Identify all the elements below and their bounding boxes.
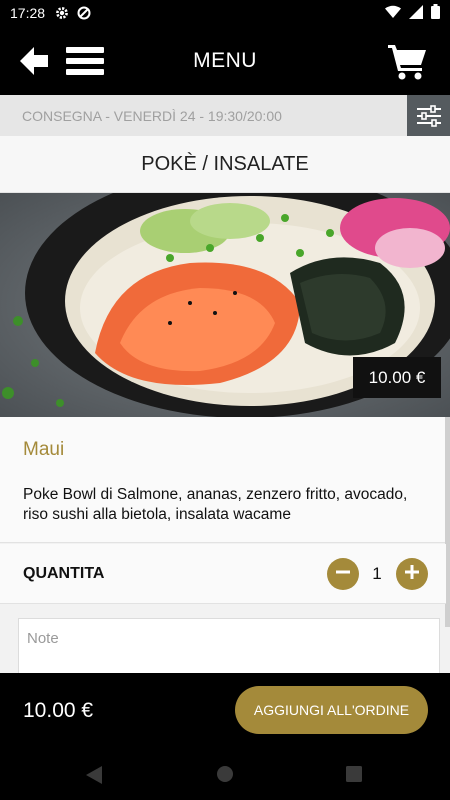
- system-nav-bar: [0, 749, 450, 800]
- minus-icon: [335, 564, 351, 585]
- nav-recents-icon[interactable]: [346, 766, 362, 787]
- order-bar: 10.00 € AGGIUNGI ALL'ORDINE: [0, 673, 450, 749]
- add-to-order-button[interactable]: AGGIUNGI ALL'ORDINE: [235, 686, 428, 734]
- cart-icon[interactable]: [388, 42, 428, 80]
- product-description: Poke Bowl di Salmone, ananas, zenzero fr…: [23, 486, 408, 523]
- data-saver-icon: [77, 6, 91, 20]
- quantity-label: QUANTITA: [23, 565, 105, 582]
- delivery-text: CONSEGNA - VENERDÌ 24 - 19:30/20:00: [22, 107, 282, 124]
- category-title: POKÈ / INSALATE: [0, 136, 450, 193]
- status-bar: 17:28: [0, 0, 450, 26]
- increase-quantity-button[interactable]: [396, 558, 428, 590]
- poke-bowl-photo: 10.00 €: [0, 193, 450, 417]
- decrease-quantity-button[interactable]: [327, 558, 359, 590]
- status-time: 17:28: [10, 5, 46, 21]
- product-name: Maui: [23, 439, 65, 460]
- order-total: 10.00 €: [23, 699, 94, 722]
- gear-icon: [55, 6, 69, 20]
- delivery-info-bar: CONSEGNA - VENERDÌ 24 - 19:30/20:00: [0, 95, 450, 136]
- plus-icon: [404, 564, 420, 585]
- app-bar: MENU: [0, 26, 450, 95]
- battery-icon: [431, 4, 440, 22]
- wifi-icon: [385, 5, 401, 21]
- nav-back-icon[interactable]: [86, 766, 102, 789]
- price-tag: 10.00 €: [353, 357, 441, 398]
- signal-icon: [409, 4, 423, 22]
- filter-sliders-icon[interactable]: [407, 95, 450, 136]
- quantity-row: QUANTITA 1: [0, 544, 446, 604]
- product-info: Maui Poke Bowl di Salmone, ananas, zenze…: [0, 417, 446, 543]
- quantity-value: 1: [372, 564, 382, 583]
- page-title: MENU: [193, 49, 257, 72]
- nav-home-icon[interactable]: [217, 766, 233, 787]
